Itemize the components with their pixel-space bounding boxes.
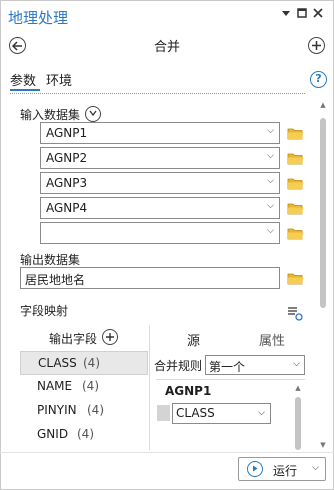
scroll-down-icon[interactable]: ▼ [317, 440, 329, 450]
plus-icon [106, 333, 114, 341]
maximize-icon[interactable] [295, 8, 309, 22]
field-count: (4) [87, 403, 104, 417]
folder-icon[interactable] [287, 227, 304, 240]
add-field-button[interactable] [102, 329, 118, 345]
folder-icon[interactable] [287, 127, 304, 140]
field-name: NAME [37, 379, 73, 393]
input-dataset-combo[interactable]: AGNP3 ⌵ [40, 172, 280, 194]
field-row-name[interactable]: NAME (4) [20, 375, 148, 399]
play-icon [247, 461, 263, 477]
field-count: (4) [77, 427, 94, 441]
output-dataset-field[interactable]: 居民地地名 [20, 267, 280, 289]
input-dataset-value: AGNP3 [46, 176, 88, 190]
chevron-down-icon[interactable]: ⌵ [312, 463, 319, 473]
tool-title: 合并 [153, 40, 180, 55]
input-dataset-value: AGNP1 [46, 126, 88, 140]
add-button[interactable] [308, 37, 325, 54]
merge-rule-select[interactable]: 第一个 ⌵ [205, 355, 305, 375]
folder-icon[interactable] [287, 272, 304, 285]
bottom-divider [0, 452, 334, 453]
source-field-swatch [157, 405, 170, 421]
field-count: (4) [82, 379, 99, 393]
field-map-divider [149, 325, 150, 450]
input-dataset-combo[interactable]: AGNP1 ⌵ [40, 122, 280, 144]
chevron-down-icon [89, 110, 97, 117]
folder-icon[interactable] [287, 177, 304, 190]
output-dataset-value: 居民地地名 [25, 273, 86, 287]
scroll-up-icon[interactable]: ▲ [293, 383, 303, 393]
plus-icon [312, 41, 321, 50]
tab-environments[interactable]: 环境 [46, 70, 72, 89]
input-dataset-combo-empty[interactable]: ⌵ [40, 222, 280, 244]
list-settings-icon[interactable] [287, 305, 303, 321]
field-row-class[interactable]: CLASS (4) [20, 351, 148, 375]
folder-icon[interactable] [287, 202, 304, 215]
tab-source[interactable]: 源 [187, 330, 200, 349]
input-dataset-value: AGNP2 [46, 151, 88, 165]
run-label: 运行 [273, 464, 298, 478]
chevron-down-icon: ⌵ [267, 151, 274, 161]
folder-icon[interactable] [287, 152, 304, 165]
active-tab-indicator [10, 89, 40, 91]
source-scrollbar-thumb[interactable] [295, 397, 301, 450]
input-dataset-combo[interactable]: AGNP4 ⌵ [40, 197, 280, 219]
run-button[interactable]: 运行 ⌵ [238, 457, 326, 481]
field-row-gnid[interactable]: GNID (4) [20, 423, 148, 447]
merge-rule-value: 第一个 [209, 360, 246, 374]
chevron-down-icon[interactable] [279, 8, 293, 22]
scrollbar-thumb[interactable] [320, 118, 326, 308]
field-name: CLASS [38, 356, 77, 370]
pane-title: 地理处理 [8, 9, 69, 27]
input-dataset-value: AGNP4 [46, 201, 88, 215]
source-dataset-name: AGNP1 [165, 384, 212, 398]
field-count: (4) [83, 356, 100, 370]
input-datasets-label: 输入数据集 [20, 108, 81, 122]
field-name: PINYIN [37, 403, 77, 417]
collapse-inputs-button[interactable] [85, 106, 101, 122]
chevron-down-icon: ⌵ [267, 201, 274, 211]
chevron-down-icon: ⌵ [267, 176, 274, 186]
field-row-pinyin[interactable]: PINYIN (4) [20, 399, 148, 423]
tab-divider [10, 93, 305, 94]
input-dataset-combo[interactable]: AGNP2 ⌵ [40, 147, 280, 169]
scroll-up-icon[interactable]: ▲ [317, 100, 329, 110]
field-name: GNID [37, 427, 69, 441]
tab-parameters[interactable]: 参数 [10, 70, 36, 89]
output-fields-label: 输出字段 [49, 332, 98, 346]
output-fields-header: 输出字段 [20, 327, 148, 349]
chevron-down-icon: ⌵ [293, 359, 300, 369]
chevron-down-icon: ⌵ [258, 408, 265, 418]
output-dataset-label: 输出数据集 [20, 253, 81, 267]
tab-properties[interactable]: 属性 [259, 330, 285, 349]
chevron-down-icon: ⌵ [267, 126, 274, 136]
source-field-select[interactable]: CLASS ⌵ [172, 403, 271, 424]
close-icon[interactable] [311, 8, 325, 22]
field-map-label: 字段映射 [20, 304, 69, 318]
chevron-down-icon: ⌵ [267, 226, 274, 236]
merge-rule-label: 合并规则 [154, 359, 203, 373]
source-field-value: CLASS [176, 406, 215, 420]
help-icon[interactable]: ? [310, 71, 327, 88]
